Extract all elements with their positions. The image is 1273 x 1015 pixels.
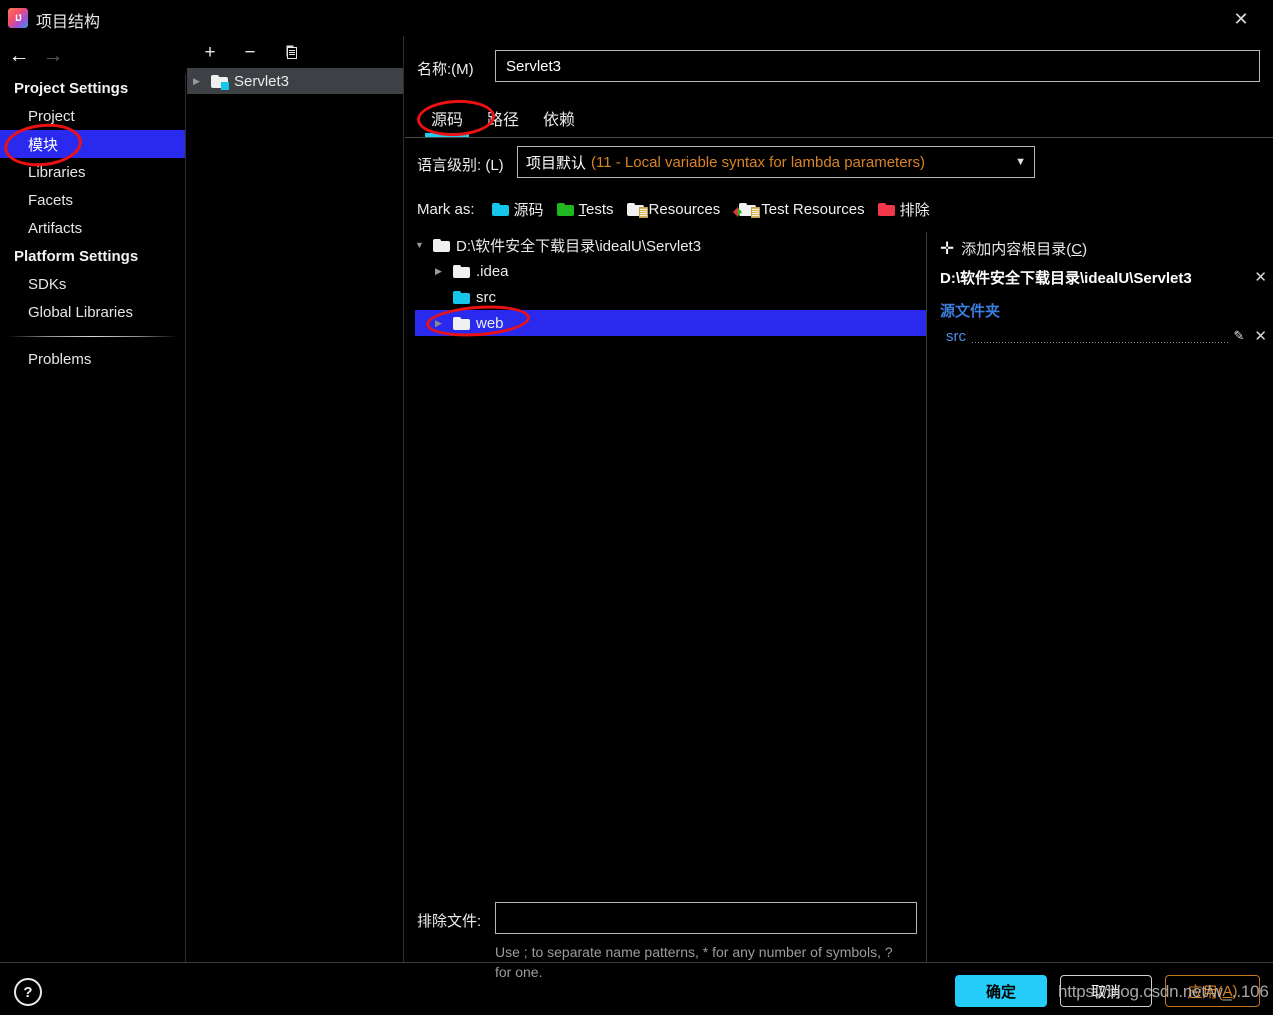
copy-module-button[interactable] bbox=[277, 40, 303, 64]
modules-toolbar: + − bbox=[187, 36, 403, 68]
modules-panel: + − ▶ Servlet3 bbox=[187, 36, 404, 962]
copy-icon bbox=[286, 45, 297, 59]
sidebar-item-libraries[interactable]: Libraries bbox=[0, 158, 185, 186]
window-title: 项目结构 bbox=[36, 14, 101, 31]
chevron-down-icon[interactable]: ▼ bbox=[1015, 156, 1026, 168]
content-tree: ▼ D:\软件安全下载目录\idealU\Servlet3 ▶ .idea sr… bbox=[415, 232, 927, 892]
expander-icon[interactable]: ▶ bbox=[435, 266, 447, 276]
module-list-item[interactable]: ▶ Servlet3 bbox=[187, 68, 403, 94]
project-structure-dialog: IJ 项目结构 ✕ ← → Project Settings Project 模… bbox=[0, 0, 1273, 1015]
tab-paths[interactable]: 路径 bbox=[475, 100, 531, 137]
tree-row-label: D:\软件安全下载目录\idealU\Servlet3 bbox=[456, 237, 702, 255]
folder-white-icon bbox=[453, 264, 470, 278]
close-icon[interactable]: ✕ bbox=[1254, 327, 1267, 345]
sidebar-item-sdks[interactable]: SDKs bbox=[0, 270, 185, 298]
source-folder-name: src bbox=[946, 327, 966, 345]
help-button[interactable]: ? bbox=[14, 978, 42, 1006]
remove-content-root-icon[interactable]: ✕ bbox=[1254, 268, 1267, 286]
tree-row-web[interactable]: ▶ web bbox=[415, 310, 927, 336]
mark-as-tests[interactable]: Tests bbox=[556, 200, 614, 218]
module-tabs: 源码 路径 依赖 bbox=[405, 100, 1273, 138]
sidebar-item-project[interactable]: Project bbox=[0, 102, 185, 130]
folder-white-icon bbox=[433, 238, 450, 252]
source-folders-label: 源文件夹 bbox=[940, 303, 1001, 320]
module-name-row: 名称:(M) bbox=[405, 50, 1273, 86]
language-level-select[interactable]: 项目默认 (11 - Local variable syntax for lam… bbox=[517, 146, 1035, 178]
folder-white-icon bbox=[453, 316, 470, 330]
module-name-label: Servlet3 bbox=[234, 72, 290, 90]
back-arrow-icon[interactable]: ← bbox=[4, 42, 34, 68]
mark-as-excluded[interactable]: 排除 bbox=[877, 199, 930, 220]
folder-cyan-icon bbox=[453, 290, 470, 304]
mark-as-label: Mark as: bbox=[417, 200, 475, 218]
module-name-input[interactable] bbox=[495, 50, 1260, 82]
ok-button[interactable]: 确定 bbox=[955, 975, 1047, 1007]
sidebar-item-facets[interactable]: Facets bbox=[0, 186, 185, 214]
sidebar-item-artifacts[interactable]: Artifacts bbox=[0, 214, 185, 242]
folder-test-resources-icon bbox=[733, 202, 761, 218]
exclude-files-row: 排除文件: Use ; to separate name patterns, *… bbox=[405, 902, 1273, 980]
tree-row-label: .idea bbox=[476, 262, 509, 280]
sidebar-item-problems[interactable]: Problems bbox=[0, 345, 185, 373]
module-detail-panel: 名称:(M) 源码 路径 依赖 语言级别: (L) 项目默认 (11 - Loc… bbox=[405, 36, 1273, 980]
dotted-leader bbox=[972, 342, 1228, 343]
mark-as-excluded-label: 排除 bbox=[899, 201, 930, 219]
sidebar-group-platform-settings: Platform Settings bbox=[14, 247, 139, 265]
tab-dependencies[interactable]: 依赖 bbox=[531, 100, 587, 137]
module-folder-icon bbox=[211, 74, 229, 90]
folder-red-icon bbox=[877, 202, 895, 216]
sidebar-item-global-libraries[interactable]: Global Libraries bbox=[0, 298, 185, 326]
add-content-root-button[interactable]: ✛ 添加内容根目录(C) bbox=[932, 232, 1273, 259]
language-level-value: 项目默认 bbox=[526, 154, 587, 172]
panel-divider bbox=[926, 232, 927, 962]
navigation-bar: ← → bbox=[0, 38, 186, 72]
sidebar-divider bbox=[8, 336, 177, 337]
folder-resources-icon bbox=[626, 202, 648, 218]
tree-row-label: web bbox=[476, 314, 504, 332]
folder-green-icon bbox=[556, 202, 574, 216]
content-roots-panel: ✛ 添加内容根目录(C) D:\软件安全下载目录\idealU\Servlet3… bbox=[932, 232, 1273, 962]
intellij-idea-icon: IJ bbox=[8, 8, 28, 28]
title-bar: IJ 项目结构 ✕ bbox=[0, 0, 1273, 36]
content-root-path: D:\软件安全下载目录\idealU\Servlet3 bbox=[940, 270, 1192, 287]
tree-row-root[interactable]: ▼ D:\软件安全下载目录\idealU\Servlet3 bbox=[415, 232, 927, 258]
tree-row-src[interactable]: src bbox=[415, 284, 927, 310]
add-content-root-label: 添加内容根目录(C) bbox=[961, 241, 1088, 258]
expander-icon[interactable]: ▶ bbox=[193, 76, 205, 86]
source-folder-row[interactable]: src ✎ ✕ bbox=[946, 325, 1273, 347]
content-root-path-row: D:\软件安全下载目录\idealU\Servlet3 ✕ bbox=[940, 267, 1273, 288]
mark-as-test-resources-label: Test Resources bbox=[761, 200, 865, 218]
settings-sidebar: Project Settings Project 模块 Libraries Fa… bbox=[0, 74, 186, 962]
mark-as-row: Mark as: 源码 Tests Resources Test Resourc… bbox=[405, 196, 1273, 222]
plus-icon: ✛ bbox=[940, 239, 955, 258]
sidebar-item-modules[interactable]: 模块 bbox=[0, 130, 185, 158]
mark-as-tests-label: Tests bbox=[578, 200, 614, 218]
forward-arrow-icon[interactable]: → bbox=[38, 42, 68, 68]
footer-divider bbox=[0, 962, 1273, 963]
close-icon[interactable]: ✕ bbox=[1219, 4, 1263, 34]
expander-icon[interactable]: ▶ bbox=[435, 318, 447, 328]
watermark: https://blog.csdn.net/w_..106 bbox=[1058, 982, 1269, 1001]
mark-as-resources[interactable]: Resources bbox=[626, 200, 721, 218]
language-level-label: 语言级别: (L) bbox=[417, 157, 504, 174]
mark-as-test-resources[interactable]: Test Resources bbox=[733, 200, 865, 218]
tree-row-idea[interactable]: ▶ .idea bbox=[415, 258, 927, 284]
language-level-row: 语言级别: (L) 项目默认 (11 - Local variable synt… bbox=[405, 146, 1273, 180]
expander-icon[interactable]: ▼ bbox=[415, 240, 427, 250]
module-name-field-label: 名称:(M) bbox=[417, 61, 474, 78]
remove-module-button[interactable]: − bbox=[237, 40, 263, 64]
folder-cyan-icon bbox=[491, 202, 509, 216]
tab-sources[interactable]: 源码 bbox=[419, 100, 475, 137]
add-module-button[interactable]: + bbox=[197, 40, 223, 64]
exclude-files-input[interactable] bbox=[495, 902, 917, 934]
language-level-detail: (11 - Local variable syntax for lambda p… bbox=[591, 153, 926, 171]
pencil-icon[interactable]: ✎ bbox=[1234, 328, 1245, 344]
mark-as-resources-label: Resources bbox=[648, 200, 721, 218]
mark-as-sources[interactable]: 源码 bbox=[491, 199, 544, 220]
mark-as-sources-label: 源码 bbox=[513, 201, 544, 219]
sidebar-group-project-settings: Project Settings bbox=[14, 79, 129, 97]
tree-row-label: src bbox=[476, 288, 496, 306]
exclude-files-label: 排除文件: bbox=[417, 913, 482, 930]
